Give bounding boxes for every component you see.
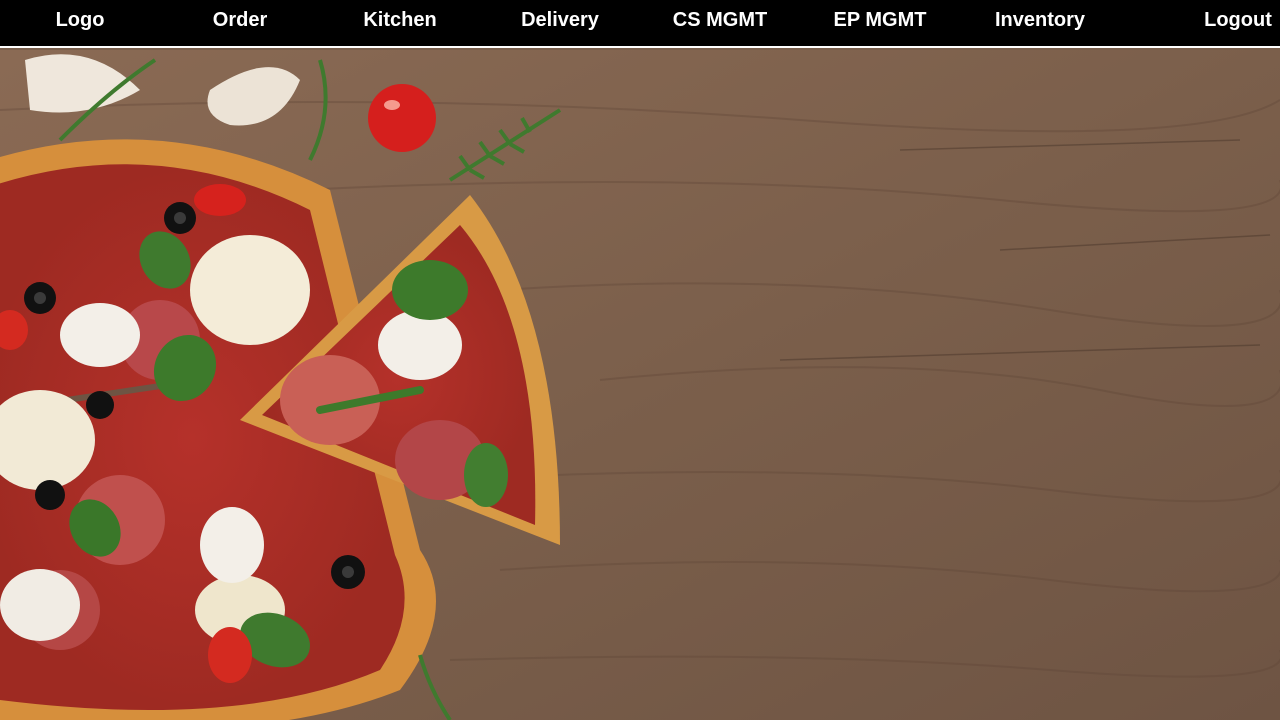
hero-image-pizza [0,50,1280,720]
nav-item-delivery[interactable]: Delivery [505,0,615,46]
top-navbar: Logo Order Kitchen Delivery CS MGMT EP M… [0,0,1280,48]
nav-item-cs-mgmt[interactable]: CS MGMT [660,0,780,46]
pizza-illustration [0,50,1280,720]
nav-item-kitchen[interactable]: Kitchen [350,0,450,46]
nav-item-inventory[interactable]: Inventory [980,0,1100,46]
nav-item-order[interactable]: Order [190,0,290,46]
nav-logout[interactable]: Logout [1196,0,1280,46]
nav-logo[interactable]: Logo [40,0,120,46]
nav-item-ep-mgmt[interactable]: EP MGMT [820,0,940,46]
